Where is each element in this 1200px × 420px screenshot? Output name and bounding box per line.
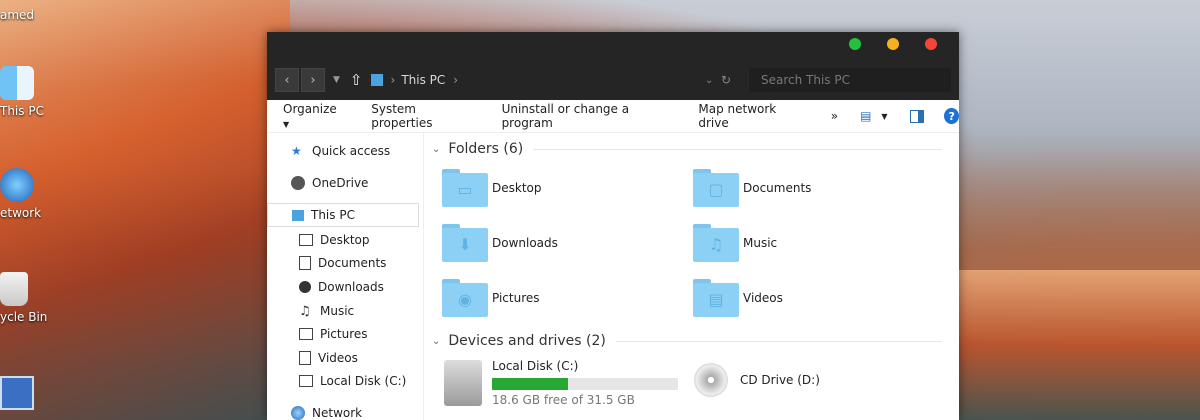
- desktop-icon-unnamed[interactable]: amed: [0, 8, 50, 22]
- uninstall-program-button[interactable]: Uninstall or change a program: [502, 102, 669, 130]
- monitor-icon: [0, 376, 34, 410]
- drive-free-space: 18.6 GB free of 31.5 GB: [492, 393, 635, 407]
- folder-documents[interactable]: ▢ Documents: [693, 168, 933, 208]
- chevron-down-icon: ⌄: [432, 143, 441, 155]
- divider: [615, 340, 942, 342]
- hard-drive-icon: [444, 360, 482, 406]
- sidebar-item-onedrive[interactable]: OneDrive: [267, 171, 423, 195]
- desktop-icon-label: ycle Bin: [0, 310, 48, 324]
- view-options-dropdown-icon[interactable]: ▼: [881, 112, 887, 121]
- sidebar-item-this-pc[interactable]: This PC: [267, 203, 419, 227]
- sidebar-item-music[interactable]: ♫ Music: [267, 299, 423, 323]
- more-commands-button[interactable]: »: [831, 109, 838, 123]
- sidebar-item-pictures[interactable]: Pictures: [267, 322, 423, 346]
- desktop-icon-label: etwork: [0, 206, 42, 220]
- folder-icon: ▤: [693, 279, 739, 317]
- downloads-icon: [299, 280, 311, 293]
- network-icon: [291, 405, 305, 420]
- desktop-icon-recycle-bin[interactable]: ycle Bin: [0, 272, 50, 324]
- forward-button[interactable]: ›: [301, 68, 325, 92]
- refresh-icon[interactable]: ↻: [721, 73, 731, 87]
- maximize-button[interactable]: [849, 38, 861, 50]
- drive-cd[interactable]: CD Drive (D:): [694, 363, 820, 397]
- folder-desktop[interactable]: ▭ Desktop: [442, 168, 682, 208]
- folder-icon: ⬇: [442, 224, 488, 262]
- command-bar: Organize ▼ System properties Uninstall o…: [267, 100, 959, 133]
- drive-label: Local Disk (C:): [492, 359, 579, 373]
- sidebar-item-quick-access[interactable]: ★ Quick access: [267, 139, 423, 163]
- star-icon: ★: [291, 144, 302, 158]
- pc-icon: [370, 74, 383, 86]
- desktop-icon-label: amed: [0, 8, 35, 22]
- devices-group-header[interactable]: ⌄ Devices and drives (2): [432, 333, 942, 349]
- breadcrumb-chevron-icon[interactable]: ›: [453, 73, 458, 87]
- content-pane: ⌄ Folders (6) ▭ Desktop ▢ Documents ⬇ Do…: [424, 133, 959, 420]
- navigation-bar: ‹ › ▼ ⇧ › This PC › ⌄ ↻ Search This PC: [275, 68, 951, 92]
- sidebar-item-network[interactable]: Network: [267, 401, 423, 420]
- documents-icon: [299, 256, 311, 271]
- folder-icon: ▢: [693, 169, 739, 207]
- minimize-button[interactable]: [887, 38, 899, 50]
- organize-button[interactable]: Organize ▼: [283, 102, 341, 130]
- cd-icon: [694, 363, 728, 397]
- folder-icon: ▭: [442, 169, 488, 207]
- sidebar-item-local-disk[interactable]: Local Disk (C:): [267, 370, 423, 394]
- folder-icon: ◉: [442, 279, 488, 317]
- folder-videos[interactable]: ▤ Videos: [693, 278, 933, 318]
- sidebar-item-videos[interactable]: Videos: [267, 346, 423, 370]
- folder-pictures[interactable]: ◉ Pictures: [442, 278, 682, 318]
- desktop-icon: [299, 233, 313, 246]
- desktop-icon-monitor[interactable]: [0, 376, 50, 414]
- onedrive-icon: [291, 176, 305, 190]
- address-dropdown-icon[interactable]: ⌄: [705, 75, 713, 86]
- globe-icon: [0, 168, 34, 202]
- videos-icon: [299, 350, 311, 365]
- drive-label: CD Drive (D:): [740, 373, 820, 387]
- trash-icon: [0, 272, 28, 306]
- folders-group-header[interactable]: ⌄ Folders (6): [432, 141, 942, 157]
- system-properties-button[interactable]: System properties: [371, 102, 471, 130]
- pictures-icon: [299, 328, 313, 341]
- divider: [533, 148, 942, 150]
- desktop-icon-this-pc[interactable]: This PC: [0, 66, 50, 118]
- desktop-icon-network[interactable]: etwork: [0, 168, 50, 220]
- close-button[interactable]: [925, 38, 937, 50]
- finder-icon: [0, 66, 34, 100]
- help-button[interactable]: ?: [944, 108, 959, 124]
- up-arrow-icon[interactable]: ⇧: [350, 71, 363, 89]
- recent-locations-icon[interactable]: ▼: [333, 75, 340, 85]
- preview-pane-icon[interactable]: [909, 109, 925, 123]
- music-icon: ♫: [299, 303, 311, 319]
- chevron-left-icon: ‹: [284, 72, 290, 88]
- caret-down-icon: ▼: [283, 120, 290, 129]
- folder-music[interactable]: ♫ Music: [693, 223, 933, 263]
- disk-icon: [299, 375, 313, 388]
- folder-icon: ♫: [693, 224, 739, 262]
- back-button[interactable]: ‹: [275, 68, 299, 92]
- breadcrumb-separator-icon: ›: [390, 73, 396, 87]
- file-explorer-window: ‹ › ▼ ⇧ › This PC › ⌄ ↻ Search This PC O…: [267, 32, 959, 420]
- sidebar-item-downloads[interactable]: Downloads: [267, 275, 423, 299]
- search-input[interactable]: Search This PC: [749, 68, 951, 92]
- drive-usage-bar: [492, 378, 678, 390]
- folder-downloads[interactable]: ⬇ Downloads: [442, 223, 682, 263]
- navigation-pane: ★ Quick access OneDrive This PC Desktop D…: [267, 133, 424, 420]
- breadcrumb[interactable]: This PC: [401, 73, 445, 87]
- view-options-icon[interactable]: ▤: [860, 109, 871, 123]
- sidebar-item-desktop[interactable]: Desktop: [267, 228, 423, 252]
- map-network-drive-button[interactable]: Map network drive: [698, 102, 800, 130]
- desktop-icon-label: This PC: [0, 104, 44, 118]
- drive-local-disk[interactable]: Local Disk (C:) 18.6 GB free of 31.5 GB: [444, 359, 678, 407]
- title-bar: ‹ › ▼ ⇧ › This PC › ⌄ ↻ Search This PC: [267, 32, 959, 100]
- pc-icon: [292, 209, 304, 221]
- sidebar-item-documents[interactable]: Documents: [267, 252, 423, 276]
- wallpaper-hills: [955, 270, 1200, 420]
- chevron-right-icon: ›: [310, 72, 316, 88]
- window-controls: [849, 38, 937, 50]
- chevron-down-icon: ⌄: [432, 335, 441, 347]
